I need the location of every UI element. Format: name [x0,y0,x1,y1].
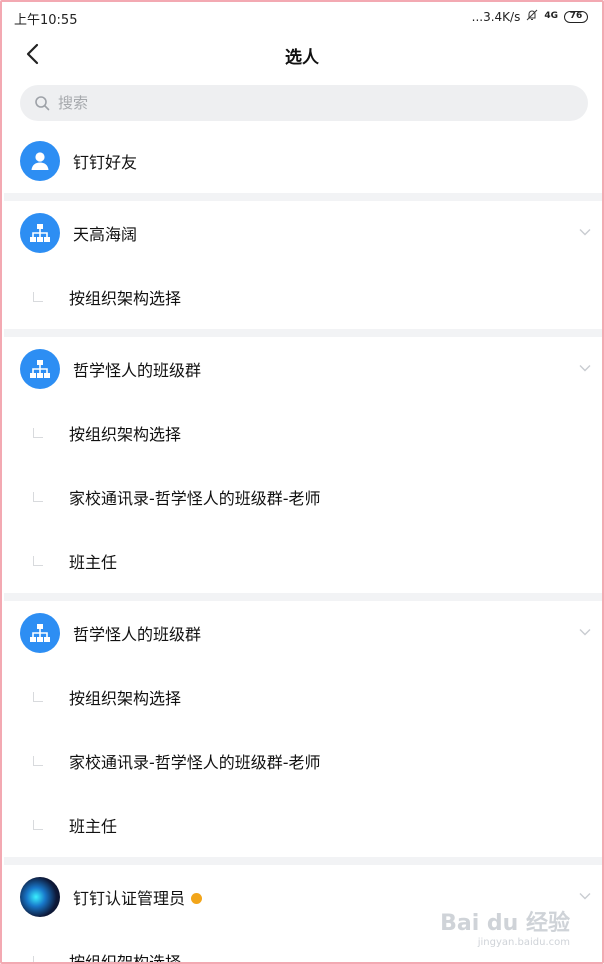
group-name: 天高海阔 [73,225,138,244]
section-divider [4,593,602,601]
tree-connector [33,756,43,766]
status-bar: 上午10:55 ...3.4K/s 4G 76 [2,2,602,32]
page-title: 选人 [285,48,319,68]
person-icon [20,141,60,181]
battery-icon: 76 [564,10,588,23]
watermark-main: Bai du 经验 [440,911,570,936]
admin-avatar-icon [20,877,60,917]
watermark-sub: jingyan.baidu.com [477,937,570,948]
chevron-down-icon[interactable] [578,889,592,903]
nav-header: 选人 [2,32,602,76]
tree-connector [33,820,43,830]
group-option-label: 按组织架构选择 [69,289,182,308]
group-name: 哲学怪人的班级群 [73,361,202,380]
verified-badge-icon [191,893,203,904]
status-indicators: ...3.4K/s 4G 76 [472,9,588,24]
network-speed: ...3.4K/s [471,9,521,24]
org-chart-icon [20,613,60,653]
group-option-row[interactable]: 按组织架构选择 [4,265,602,329]
section-divider [4,193,602,201]
signal-icon: 4G [544,11,558,21]
tree-connector [33,956,43,962]
group-option-row[interactable]: 班主任 [4,793,602,857]
group-option-row[interactable]: 家校通讯录-哲学怪人的班级群-老师 [4,729,602,793]
chevron-down-icon[interactable] [578,361,592,375]
chevron-down-icon[interactable] [578,625,592,639]
search-bar[interactable] [20,85,588,121]
group-option-row[interactable]: 按组织架构选择 [4,665,602,729]
muted-bell-icon [526,9,538,24]
group-option-row[interactable]: 按组织架构选择 [4,401,602,465]
group-name: 哲学怪人的班级群 [73,625,202,644]
group-option-label: 按组织架构选择 [69,689,182,708]
group-option-label: 家校通讯录-哲学怪人的班级群-老师 [69,489,321,508]
chevron-down-icon[interactable] [578,225,592,239]
search-input[interactable] [58,94,538,112]
tree-connector [33,292,43,302]
tree-connector [33,556,43,566]
section-divider [4,329,602,337]
org-chart-icon [20,349,60,389]
tree-connector [33,692,43,702]
group-option-label: 按组织架构选择 [69,425,182,444]
group-option-row[interactable]: 班主任 [4,529,602,593]
friends-label: 钉钉好友 [73,153,138,172]
group-option-label: 班主任 [69,817,118,836]
group-header[interactable]: 天高海阔 [4,201,602,265]
status-time: 上午10:55 [14,13,78,28]
group-option-label: 家校通讯录-哲学怪人的班级群-老师 [69,753,321,772]
tree-connector [33,428,43,438]
phone-screen: 上午10:55 ...3.4K/s 4G 76 选人 搜索 钉钉好友 天高海阔 … [0,0,604,964]
org-chart-icon [20,213,60,253]
contact-picker-list: 钉钉好友 天高海阔 按组织架构选择 哲学怪人的班级群 按组织架构选择 家校通讯录… [4,129,602,964]
group-name: 钉钉认证管理员 [73,889,186,908]
group-option-label: 班主任 [69,553,118,572]
group-header[interactable]: 哲学怪人的班级群 [4,337,602,401]
group-header[interactable]: 哲学怪人的班级群 [4,601,602,665]
section-divider [4,857,602,865]
group-option-row[interactable]: 家校通讯录-哲学怪人的班级群-老师 [4,465,602,529]
group-name-wrap: 钉钉认证管理员 [73,885,203,909]
tree-connector [33,492,43,502]
watermark: Bai du 经验 jingyan.baidu.com [440,905,570,948]
group-option-label: 按组织架构选择 [69,953,182,964]
friends-row[interactable]: 钉钉好友 [4,129,602,193]
search-icon [35,96,50,111]
